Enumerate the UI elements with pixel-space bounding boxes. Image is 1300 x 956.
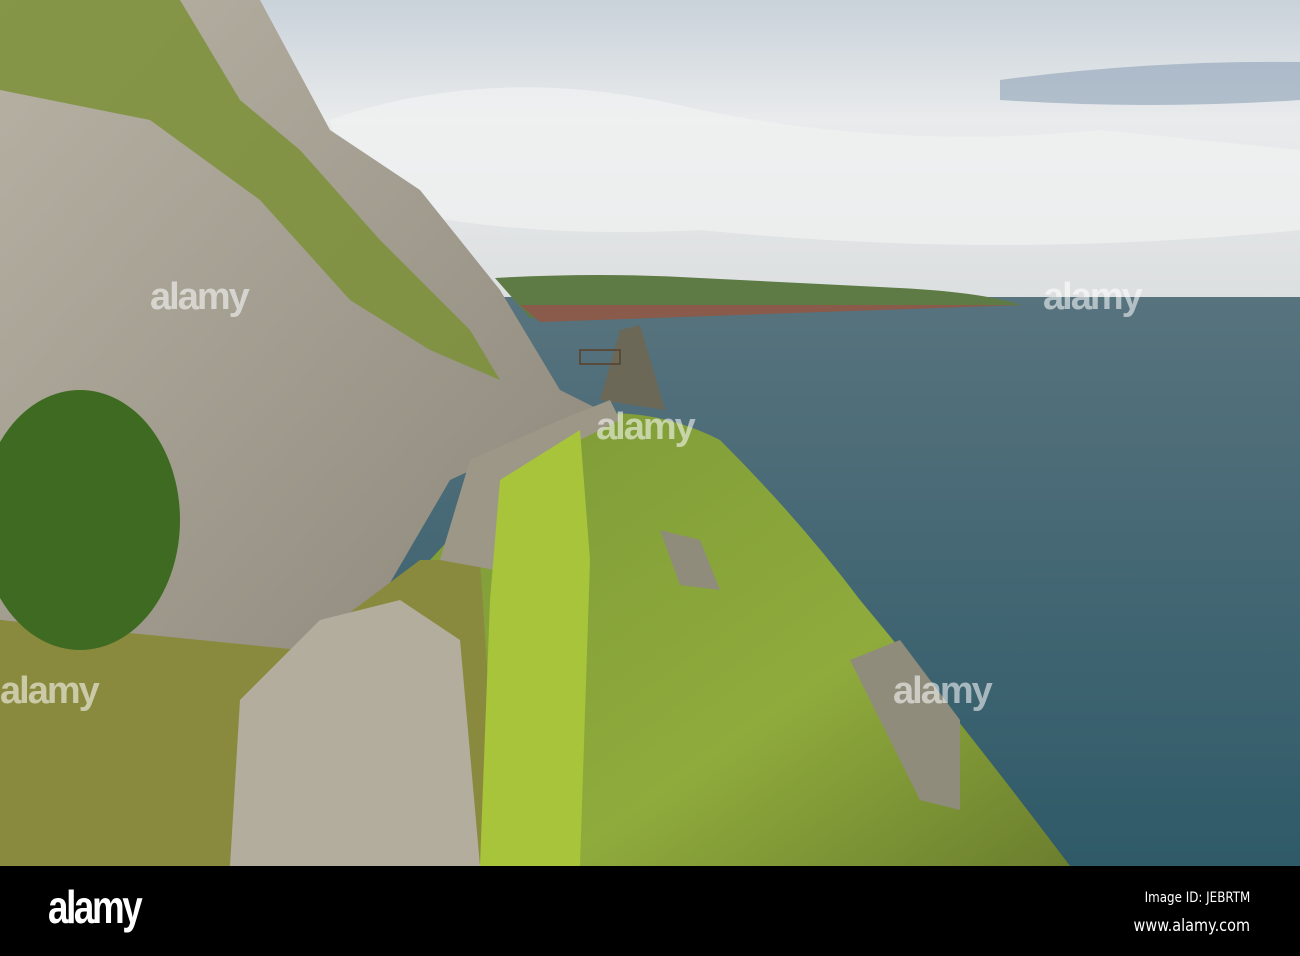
watermark: alamy <box>596 406 696 448</box>
alamy-logo: alamy <box>48 881 143 933</box>
watermark: alamy <box>150 276 250 318</box>
photo-page: alamy alamy alamy alamy alamy alamy Imag… <box>0 0 1300 956</box>
image-id: Image ID: JEBRTM <box>1144 890 1250 906</box>
footer-bar: alamy Image ID: JEBRTM www.alamy.com <box>0 866 1300 956</box>
watermark: alamy <box>893 670 993 712</box>
watermark: alamy <box>1043 276 1143 318</box>
site-url: www.alamy.com <box>1133 916 1250 936</box>
watermark: alamy <box>0 670 100 712</box>
